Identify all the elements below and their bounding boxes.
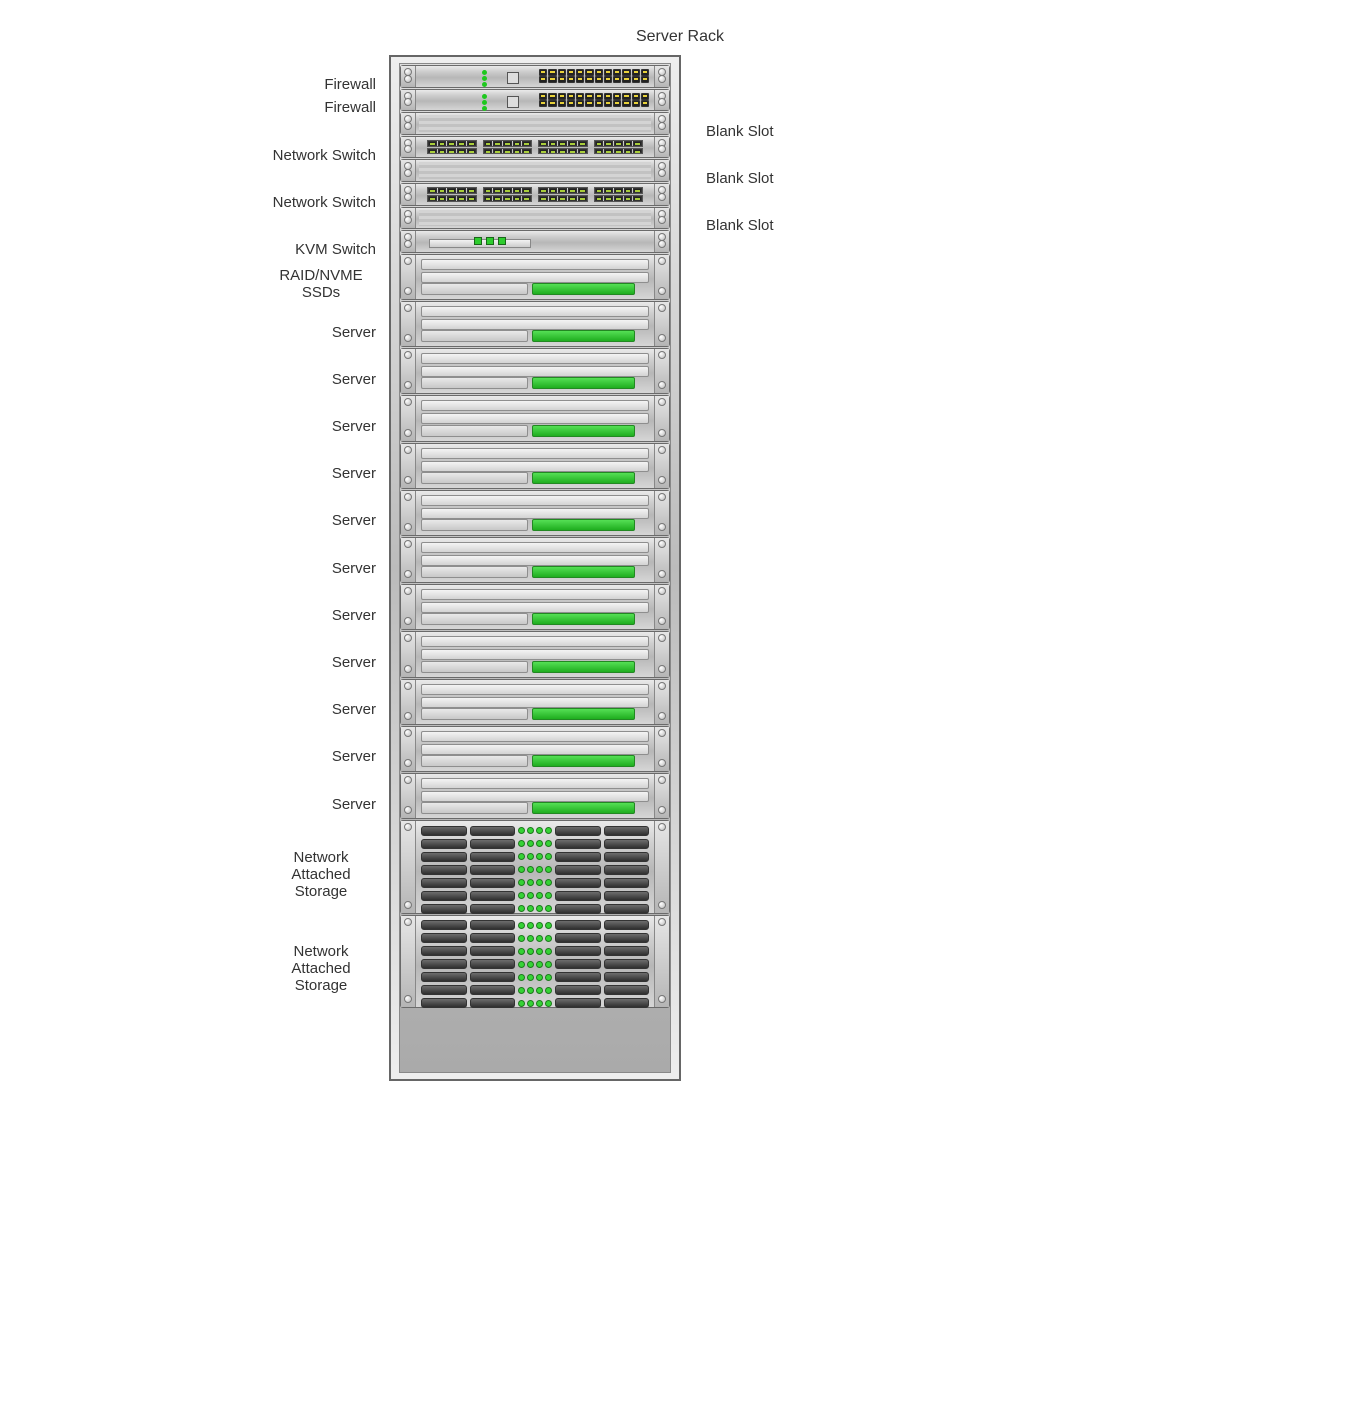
slot-label: Firewall [176,99,376,116]
rack-unit-blank [400,112,670,135]
rack-unit-firewall [400,65,670,88]
slot-label: Server [176,560,376,577]
rack-unit-server [400,443,670,489]
rack-unit-server [400,301,670,347]
slot-label: Server [176,324,376,341]
rack-unit-server [400,773,670,819]
rack-unit-nas [400,915,670,1008]
slot-label: NetworkAttachedStorage [266,943,376,994]
slot-label: Server [176,465,376,482]
rack-inner [399,63,671,1073]
slot-label: Firewall [176,76,376,93]
rack-unit-server [400,631,670,677]
rack-unit-server [400,395,670,441]
rack-unit-server [400,584,670,630]
rack-unit-server [400,679,670,725]
rack-unit-switch [400,183,670,206]
rack-unit-server [400,348,670,394]
slot-label: Server [176,418,376,435]
slot-label: Server [176,796,376,813]
slot-label: Network Switch [176,194,376,211]
slot-label: Server [176,654,376,671]
rack-unit-firewall [400,89,670,112]
rack-unit-server [400,726,670,772]
rack-unit-server [400,537,670,583]
rack-unit-server [400,254,670,300]
rack-frame [389,55,681,1081]
slot-label: Blank Slot [706,170,926,187]
slot-label: NetworkAttachedStorage [266,849,376,900]
slot-label: KVM Switch [176,241,376,258]
slot-label: RAID/NVMESSDs [266,267,376,301]
rack-unit-blank [400,207,670,230]
slot-label: Network Switch [176,147,376,164]
diagram-title: Server Rack [0,28,1360,46]
page: Server Rack Firewall Firewall Blank Slot Ne… [0,0,1360,1427]
rack-unit-kvm [400,230,670,253]
slot-label: Server [176,701,376,718]
slot-label: Server [176,607,376,624]
rack-unit-blank [400,159,670,182]
slot-label: Server [176,512,376,529]
rack-unit-server [400,490,670,536]
slot-label: Server [176,371,376,388]
rack-unit-nas [400,820,670,913]
slot-label: Blank Slot [706,123,926,140]
slot-label: Server [176,748,376,765]
slot-label: Blank Slot [706,217,926,234]
rack-unit-switch [400,136,670,159]
